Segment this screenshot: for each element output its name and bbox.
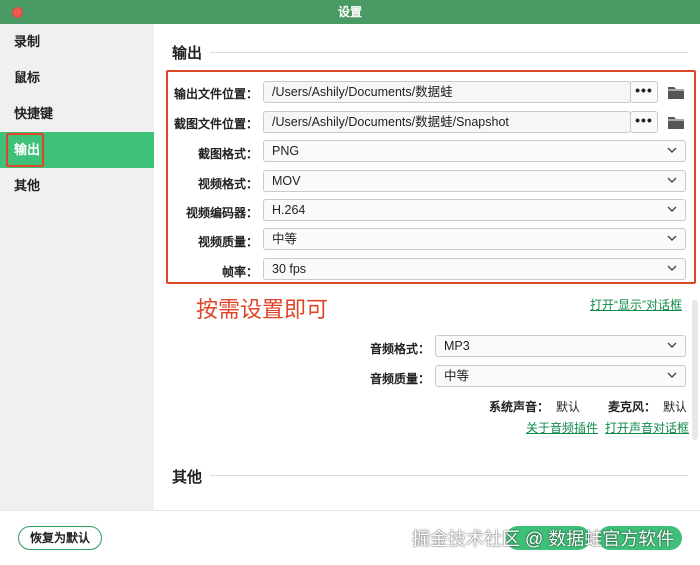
microphone-label: 麦克风： xyxy=(608,400,657,414)
system-sound-label: 系统声音： xyxy=(489,400,550,414)
annotation-text: 按需设置即可 xyxy=(196,297,329,322)
sidebar-item-mouse[interactable]: 鼠标 xyxy=(0,60,154,96)
sidebar-item-other[interactable]: 其他 xyxy=(0,168,154,204)
sidebar-item-record[interactable]: 录制 xyxy=(0,24,154,60)
sidebar-item-output[interactable]: 输出 xyxy=(0,132,154,168)
footer-bar: 恢复为默认 xyxy=(0,510,700,565)
chevron-down-icon xyxy=(667,265,677,271)
section-divider xyxy=(210,475,688,476)
reset-defaults-button[interactable]: 恢复为默认 xyxy=(18,526,102,550)
folder-icon[interactable] xyxy=(667,114,685,130)
audio-quality-value: 中等 xyxy=(444,369,470,383)
chevron-down-icon xyxy=(667,147,677,153)
snapshot-path-field[interactable]: /Users/Ashily/Documents/数据蛙/Snapshot xyxy=(263,111,631,133)
folder-icon[interactable] xyxy=(667,84,685,100)
highlight-box xyxy=(6,133,44,167)
output-path-label: 输出文件位置： xyxy=(173,87,258,101)
chevron-down-icon xyxy=(667,235,677,241)
video-quality-value: 中等 xyxy=(272,232,298,246)
cancel-button[interactable] xyxy=(598,526,682,550)
video-format-select[interactable]: MOV xyxy=(263,170,686,192)
output-path-field[interactable]: /Users/Ashily/Documents/数据蛙 xyxy=(263,81,631,103)
window-title: 设置 xyxy=(337,5,362,19)
section-title-output: 输出 xyxy=(172,45,203,62)
audio-quality-select[interactable]: 中等 xyxy=(435,365,686,387)
video-encoder-value: H.264 xyxy=(272,203,306,217)
sidebar-item-label: 录制 xyxy=(14,34,41,49)
video-quality-select[interactable]: 中等 xyxy=(263,228,686,250)
system-sound-value: 默认 xyxy=(556,400,581,414)
frame-rate-value: 30 fps xyxy=(272,262,307,276)
audio-format-select[interactable]: MP3 xyxy=(435,335,686,357)
sidebar-item-label: 鼠标 xyxy=(14,70,41,85)
browse-output-button[interactable]: ••• xyxy=(630,81,658,103)
video-encoder-label: 视频编码器： xyxy=(185,206,258,220)
video-format-label: 视频格式： xyxy=(197,177,258,191)
sidebar: 录制 鼠标 快捷键 输出 其他 xyxy=(0,24,154,510)
chevron-down-icon xyxy=(667,177,677,183)
frame-rate-label: 帧率： xyxy=(221,265,258,279)
frame-rate-select[interactable]: 30 fps xyxy=(263,258,686,280)
sound-dialog-link[interactable]: 打开声音对话框 xyxy=(605,419,689,436)
snapshot-path-label: 截图文件位置： xyxy=(173,117,258,131)
confirm-button[interactable] xyxy=(506,526,590,550)
scrollbar[interactable] xyxy=(692,300,698,440)
chevron-down-icon xyxy=(667,372,677,378)
microphone-value: 默认 xyxy=(663,400,688,414)
audio-plugin-link[interactable]: 关于音频插件 xyxy=(526,419,598,436)
audio-format-value: MP3 xyxy=(444,339,470,353)
sidebar-item-label: 其他 xyxy=(14,178,41,193)
chevron-down-icon xyxy=(667,342,677,348)
section-title-other: 其他 xyxy=(172,469,203,486)
sidebar-item-label: 快捷键 xyxy=(14,106,54,121)
sidebar-item-shortcuts[interactable]: 快捷键 xyxy=(0,96,154,132)
display-dialog-link[interactable]: 打开“显示”对话框 xyxy=(590,296,682,313)
title-bar: 设置 xyxy=(0,0,700,24)
audio-quality-label: 音频质量： xyxy=(369,372,430,386)
close-window-button[interactable] xyxy=(12,7,23,18)
screenshot-format-value: PNG xyxy=(272,144,300,158)
chevron-down-icon xyxy=(667,206,677,212)
audio-format-label: 音频格式： xyxy=(369,342,430,356)
video-format-value: MOV xyxy=(272,174,301,188)
video-quality-label: 视频质量： xyxy=(197,235,258,249)
browse-snapshot-button[interactable]: ••• xyxy=(630,111,658,133)
screenshot-format-select[interactable]: PNG xyxy=(263,140,686,162)
video-encoder-select[interactable]: H.264 xyxy=(263,199,686,221)
screenshot-format-label: 截图格式： xyxy=(197,147,258,161)
section-divider xyxy=(210,52,688,53)
